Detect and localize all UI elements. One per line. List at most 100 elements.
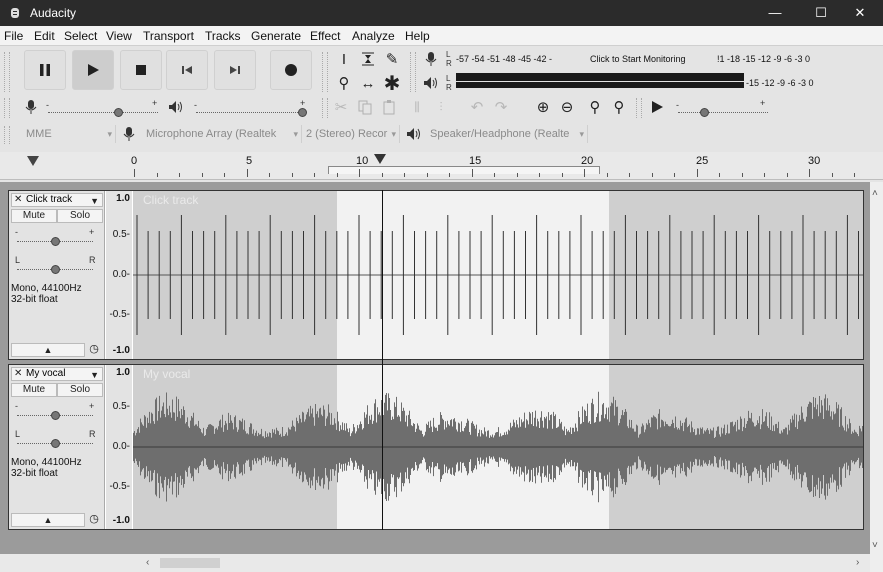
- menu-file[interactable]: File: [4, 29, 23, 43]
- track-name-menu[interactable]: My vocal: [26, 368, 65, 380]
- record-meter-hint[interactable]: Click to Start Monitoring: [590, 54, 686, 64]
- redo-button[interactable]: ↷: [490, 96, 512, 118]
- paste-button[interactable]: [378, 96, 400, 118]
- track-area[interactable]: ✕ Click track ▼ Mute Solo - + L R Mono, …: [0, 182, 870, 534]
- track-header[interactable]: ✕ My vocal ▼: [11, 367, 103, 381]
- skip-to-end-button[interactable]: [214, 50, 256, 90]
- pause-button[interactable]: [24, 50, 66, 90]
- play-button[interactable]: [72, 50, 114, 90]
- collapse-track-button[interactable]: ▲: [11, 513, 85, 527]
- click-waveform-svg[interactable]: [133, 191, 863, 359]
- solo-button[interactable]: Solo: [57, 209, 103, 223]
- selection-range-bar[interactable]: [328, 166, 600, 174]
- fit-project-button[interactable]: ⚲: [608, 96, 630, 118]
- menu-analyze[interactable]: Analyze: [352, 29, 395, 43]
- trim-button[interactable]: ⫼: [406, 96, 428, 118]
- pan-slider[interactable]: [51, 265, 60, 274]
- recording-volume-slider[interactable]: [114, 108, 123, 117]
- scroll-right-icon[interactable]: ›: [856, 557, 859, 568]
- draw-tool-button[interactable]: ✎: [381, 48, 403, 70]
- menu-select[interactable]: Select: [64, 29, 97, 43]
- scroll-left-icon[interactable]: ‹: [146, 557, 149, 568]
- meter-toolbar-grip[interactable]: [410, 52, 416, 92]
- playback-meter-right-bar[interactable]: [456, 82, 744, 88]
- track-click[interactable]: ✕ Click track ▼ Mute Solo - + L R Mono, …: [8, 190, 864, 360]
- pan-slider[interactable]: [51, 439, 60, 448]
- vocal-track-waveform[interactable]: My vocal: [133, 365, 863, 529]
- edit-toolbar-grip[interactable]: [322, 98, 328, 118]
- mute-button[interactable]: Mute: [11, 209, 57, 223]
- vocal-waveform-svg[interactable]: [133, 365, 863, 529]
- gain-slider[interactable]: [51, 411, 60, 420]
- record-meter-mic-button[interactable]: [420, 48, 442, 70]
- solo-button[interactable]: Solo: [57, 383, 103, 397]
- track-control-panel[interactable]: ✕ My vocal ▼ Mute Solo - + L R Mono, 441…: [9, 365, 105, 529]
- scroll-up-icon[interactable]: ˄: [872, 188, 878, 199]
- zoom-in-button[interactable]: ⊕: [532, 96, 554, 118]
- close-track-icon[interactable]: ✕: [14, 194, 22, 206]
- vertical-ruler[interactable]: 1.0 0.5- 0.0- -0.5- -1.0: [106, 365, 132, 529]
- play-speed-track[interactable]: [678, 112, 768, 113]
- zoom-tool-button[interactable]: ⚲: [333, 72, 355, 94]
- menu-generate[interactable]: Generate: [251, 29, 301, 43]
- vertical-ruler[interactable]: 1.0 0.5- 0.0- -0.5- -1.0: [106, 191, 132, 359]
- track-header[interactable]: ✕ Click track ▼: [11, 193, 103, 207]
- minimize-button[interactable]: —: [752, 0, 798, 26]
- track-control-panel[interactable]: ✕ Click track ▼ Mute Solo - + L R Mono, …: [9, 191, 105, 359]
- playback-meter-left-bar[interactable]: [456, 73, 744, 81]
- copy-button[interactable]: [354, 96, 376, 118]
- menu-tracks[interactable]: Tracks: [205, 29, 241, 43]
- horizontal-scrollbar[interactable]: ‹ ›: [0, 554, 870, 572]
- selection-tool-button[interactable]: I: [333, 48, 355, 70]
- recording-volume-track[interactable]: [48, 112, 158, 113]
- transport-toolbar-grip[interactable]: [4, 52, 10, 92]
- mixer-toolbar-grip[interactable]: [4, 98, 10, 118]
- tools-toolbar-grip[interactable]: [322, 52, 328, 92]
- recording-channels-select[interactable]: 2 (Stereo) Recor ▾: [302, 125, 400, 143]
- menu-help[interactable]: Help: [405, 29, 430, 43]
- play-at-speed-toolbar-grip[interactable]: [636, 98, 642, 118]
- timeline-options-icon[interactable]: [26, 155, 40, 167]
- vertical-scrollbar[interactable]: ˄ ˅: [870, 182, 883, 572]
- track-name-menu[interactable]: Click track: [26, 194, 72, 206]
- play-speed-slider[interactable]: [700, 108, 709, 117]
- play-at-speed-button[interactable]: [646, 96, 668, 118]
- stop-button[interactable]: [120, 50, 162, 90]
- multi-tool-button[interactable]: ✱: [381, 72, 403, 95]
- close-track-icon[interactable]: ✕: [14, 368, 22, 380]
- fit-selection-button[interactable]: ⚲: [584, 96, 606, 118]
- undo-button[interactable]: ↶: [466, 96, 488, 118]
- menu-effect[interactable]: Effect: [310, 29, 340, 43]
- collapse-track-button[interactable]: ▲: [11, 343, 85, 357]
- chevron-down-icon[interactable]: ▼: [90, 369, 99, 381]
- cut-button[interactable]: ✂: [330, 96, 352, 118]
- device-toolbar-grip[interactable]: [4, 126, 10, 144]
- menu-edit[interactable]: Edit: [34, 29, 55, 43]
- playback-volume-track[interactable]: [196, 112, 304, 113]
- scroll-down-icon[interactable]: ˅: [872, 540, 878, 551]
- audio-host-select[interactable]: MME ▾: [22, 125, 116, 143]
- chevron-down-icon[interactable]: ▼: [90, 195, 99, 207]
- playback-meter-speaker-button[interactable]: [420, 72, 442, 94]
- menu-view[interactable]: View: [106, 29, 132, 43]
- playhead-marker-icon[interactable]: [374, 154, 386, 164]
- click-track-waveform[interactable]: Click track: [133, 191, 863, 359]
- empty-track-space[interactable]: [0, 534, 870, 554]
- skip-to-start-button[interactable]: [166, 50, 208, 90]
- timeline-ruler[interactable]: 0 5 10 15 20 25 30: [0, 152, 883, 180]
- track-vocal[interactable]: ✕ My vocal ▼ Mute Solo - + L R Mono, 441…: [8, 364, 864, 530]
- envelope-tool-button[interactable]: [357, 48, 379, 70]
- gain-slider[interactable]: [51, 237, 60, 246]
- record-meter-scale[interactable]: -57 -54 -51 -48 -45 -42 -: [456, 54, 552, 64]
- playback-volume-slider[interactable]: [298, 108, 307, 117]
- silence-button[interactable]: ⫶: [430, 96, 452, 118]
- playback-device-select[interactable]: Speaker/Headphone (Realte ▾: [426, 125, 588, 143]
- zoom-out-button[interactable]: ⊖: [556, 96, 578, 118]
- close-window-button[interactable]: ✕: [837, 0, 883, 26]
- time-shift-tool-button[interactable]: ↔: [357, 72, 379, 94]
- recording-device-select[interactable]: Microphone Array (Realtek ▾: [142, 125, 302, 143]
- menu-transport[interactable]: Transport: [143, 29, 194, 43]
- record-button[interactable]: [270, 50, 312, 90]
- horizontal-scroll-thumb[interactable]: [160, 558, 220, 568]
- mute-button[interactable]: Mute: [11, 383, 57, 397]
